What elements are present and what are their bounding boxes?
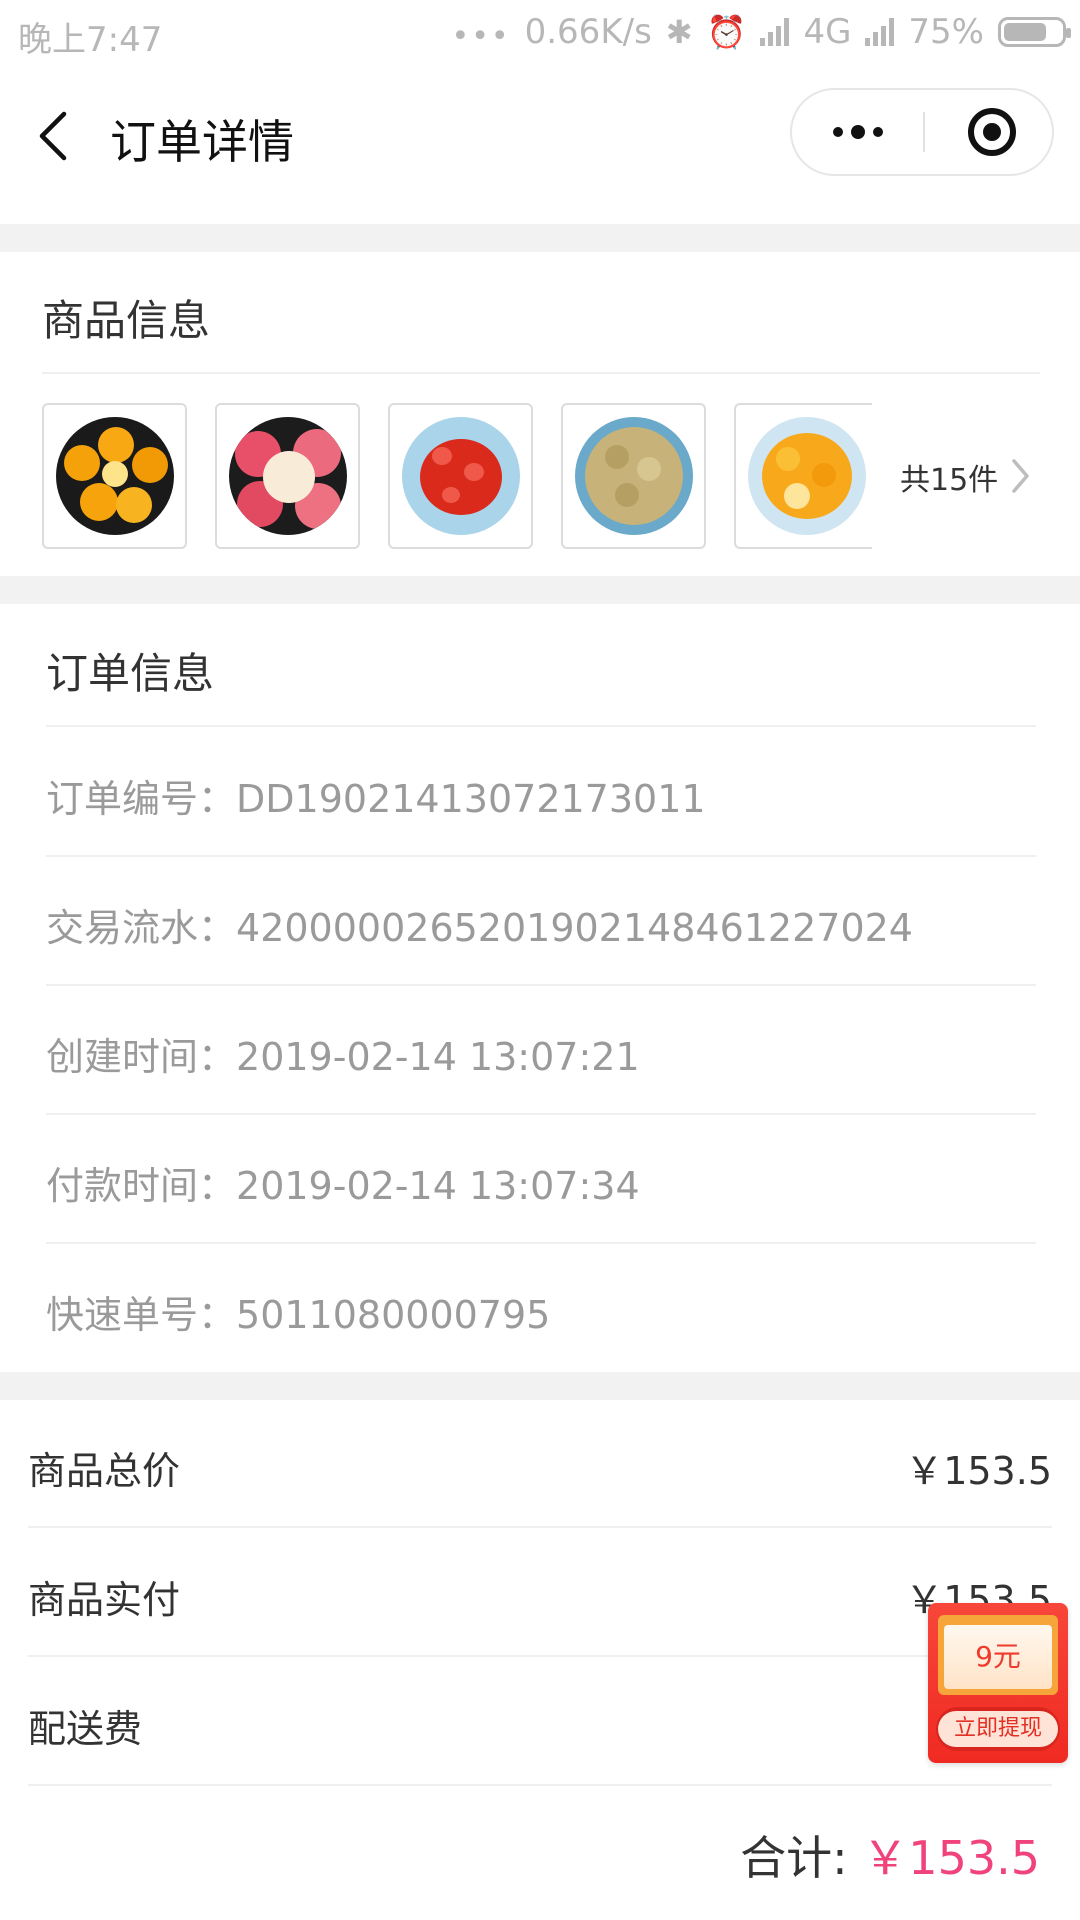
network-type: 4G [803,12,852,52]
signal-icon [760,18,790,46]
goods-thumbnail[interactable] [561,403,706,549]
section-divider [0,224,1080,252]
section-divider [0,576,1080,604]
divider [46,1113,1036,1115]
created-time-value: 2019-02-14 13:07:21 [236,1035,640,1079]
transaction-label: 交易流水 [46,906,199,950]
goods-thumbnail[interactable] [42,403,187,549]
delivery-fee-label: 配送费 [28,1707,143,1751]
orange-plate-image [56,417,174,535]
transaction-row: 交易流水：4200000265201902148461227024 [46,906,913,950]
goods-thumbnails[interactable] [42,403,872,549]
divider [46,855,1036,857]
goods-count[interactable]: 共15件 [900,455,998,499]
divider [46,1242,1036,1244]
page-title: 订单详情 [110,115,294,169]
paid-time-row: 付款时间：2019-02-14 13:07:34 [46,1164,640,1208]
promo-amount: 9元 [944,1625,1052,1689]
order-total-amount: ￥153.5 [862,1831,1040,1885]
divider [28,1526,1052,1528]
more-options-icon[interactable] [792,90,924,174]
cherry-tomato-plate-image [402,417,520,535]
divider [28,1784,1052,1786]
paid-time-value: 2019-02-14 13:07:34 [236,1164,640,1208]
goods-thumbnail[interactable] [215,403,360,549]
battery-percent: 75% [908,12,984,52]
created-time-label: 创建时间 [46,1035,199,1079]
more-dots-icon: ••• [451,18,511,54]
goods-thumbnail[interactable] [734,403,872,549]
order-number-value: DD19021413072173011 [236,777,706,821]
divider [28,1655,1052,1657]
goods-thumbnail[interactable] [388,403,533,549]
status-icons: ••• 0.66K/s ✱ ⏰ 4G 75% [451,12,1071,54]
longan-plate-image [575,417,693,535]
created-time-row: 创建时间：2019-02-14 13:07:21 [46,1035,640,1079]
order-number-label: 订单编号 [46,777,199,821]
divider [46,725,1036,727]
order-total: 合计: ￥153.5 [740,1822,1040,1888]
order-section-title: 订单信息 [46,649,215,698]
cash-out-promo[interactable]: 9元 立即提现 [928,1603,1068,1763]
tracking-value: 5011080000795 [236,1293,551,1337]
status-time: 晚上7:47 [18,20,163,60]
nav-bar: 订单详情 [0,68,1080,224]
kumquat-plate-image [748,417,866,535]
paid-price-label: 商品实付 [28,1578,181,1622]
mini-program-capsule [790,88,1054,176]
section-divider [0,1372,1080,1400]
tracking-row: 快速单号：5011080000795 [46,1293,551,1337]
total-price-value: ￥153.5 [905,1449,1052,1493]
net-speed: 0.66K/s [524,12,652,52]
back-arrow-icon[interactable] [34,108,78,164]
tracking-label: 快速单号 [46,1293,199,1337]
promo-ticket: 9元 [938,1615,1058,1695]
transaction-value: 4200000265201902148461227024 [236,906,913,950]
chevron-right-icon[interactable] [1010,458,1030,494]
signal-icon [865,18,895,46]
order-number-row: 订单编号：DD19021413072173011 [46,777,706,821]
goods-section-title: 商品信息 [42,296,211,345]
capsule-divider [923,112,925,152]
order-total-label: 合计: [740,1831,848,1885]
divider [42,372,1040,374]
paid-time-label: 付款时间 [46,1164,199,1208]
battery-icon [998,17,1071,47]
bluetooth-icon: ✱ [665,13,693,51]
status-bar: 晚上7:47 ••• 0.66K/s ✱ ⏰ 4G 75% [0,0,1080,68]
promo-cta-button[interactable]: 立即提现 [938,1711,1058,1747]
divider [46,984,1036,986]
alarm-icon: ⏰ [706,13,747,51]
close-target-icon[interactable] [968,108,1016,156]
apple-plate-image [229,417,347,535]
total-price-label: 商品总价 [28,1449,181,1493]
